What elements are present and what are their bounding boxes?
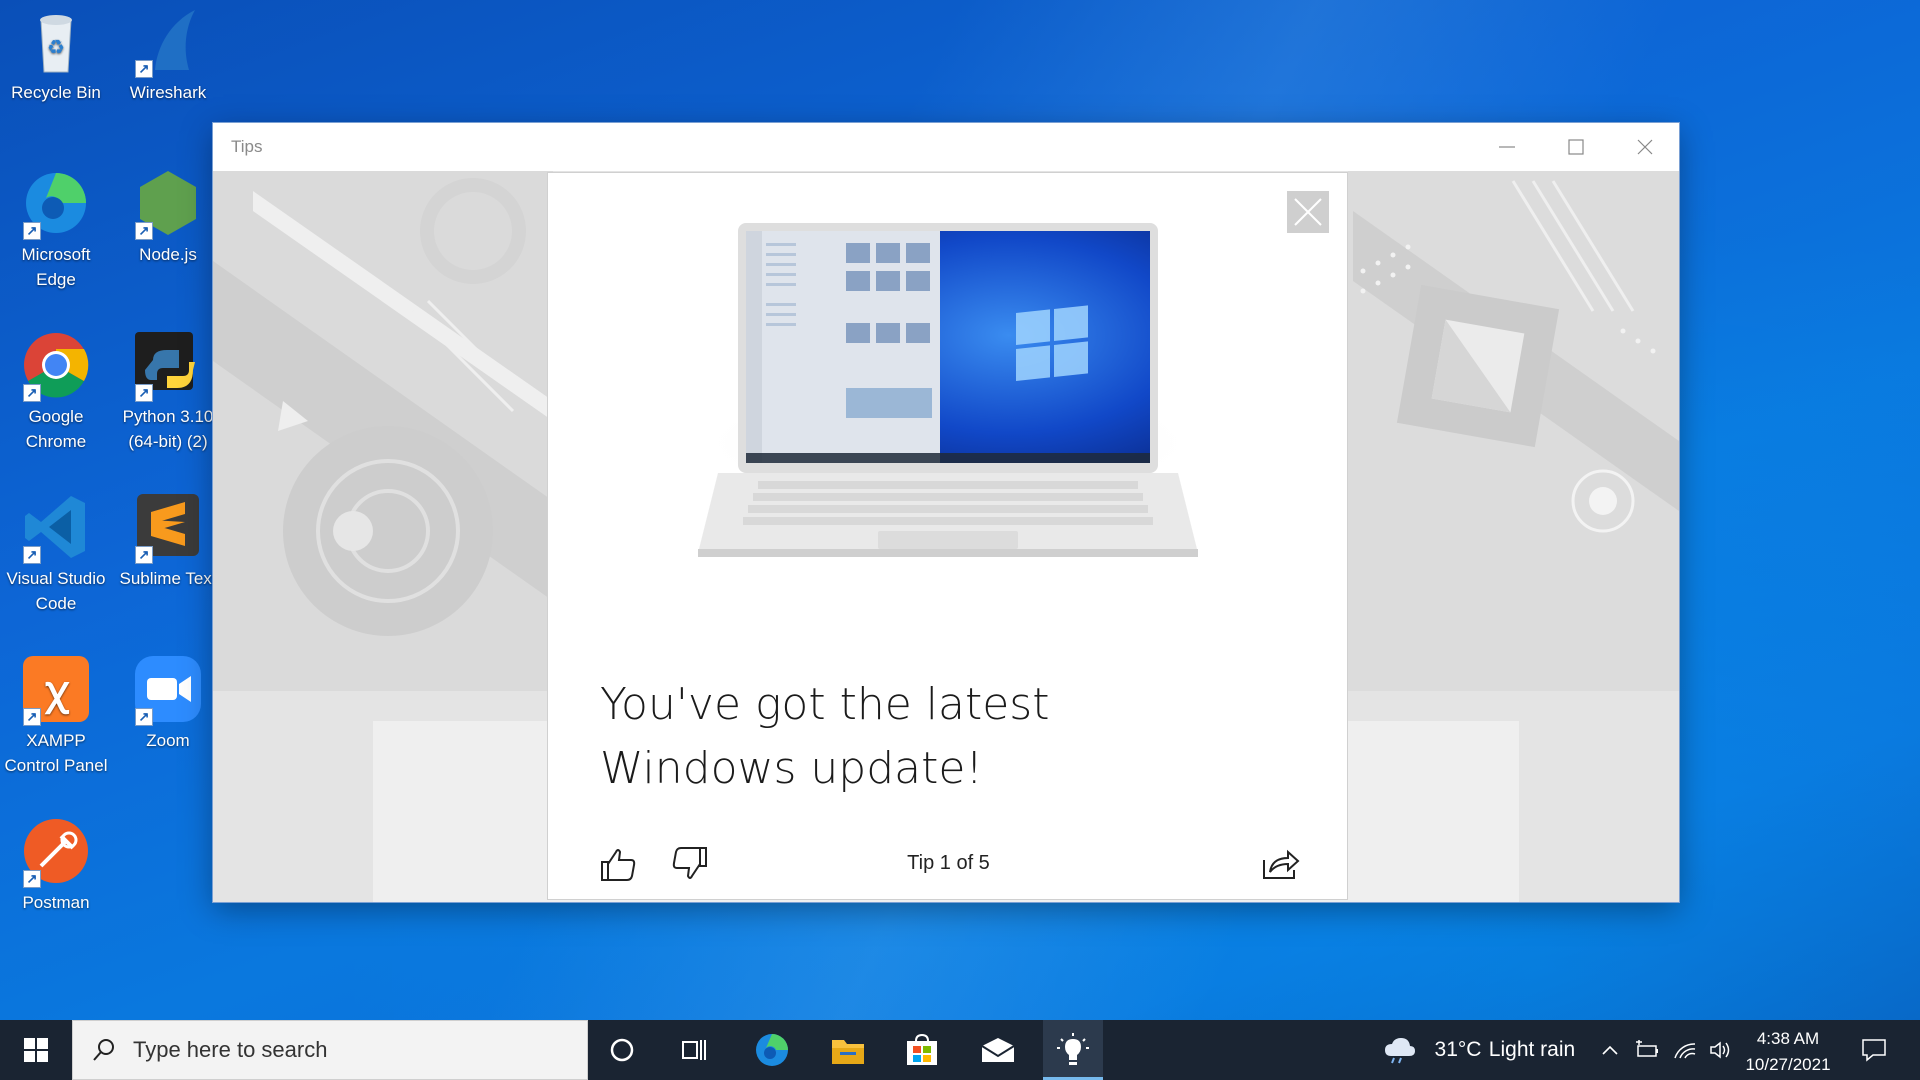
desktop-icon-edge[interactable]: ↗ Microsoft Edge (0, 168, 112, 292)
share-button[interactable] (1255, 839, 1305, 889)
close-icon (1637, 139, 1652, 155)
folder-icon (832, 1040, 864, 1064)
edge-icon (756, 1034, 788, 1066)
python-icon: ↗ (133, 330, 203, 402)
xampp-icon: ꭓ ↗ (21, 654, 91, 726)
taskbar-store[interactable] (892, 1020, 952, 1080)
notification-icon (1862, 1039, 1886, 1062)
lightbulb-icon (1057, 1033, 1089, 1065)
clock-time: 4:38 AM (1756, 1029, 1820, 1048)
wireshark-icon: ↗ (133, 6, 203, 78)
action-center-button[interactable] (1846, 1020, 1902, 1080)
card-close-button[interactable] (1287, 191, 1329, 233)
cortana-icon (610, 1038, 634, 1062)
desktop-icon-wireshark[interactable]: ↗ Wireshark (112, 6, 224, 105)
cloud-rain-icon (1385, 1038, 1415, 1064)
share-icon (1263, 849, 1300, 879)
taskbar-search-box[interactable]: Type here to search (72, 1020, 588, 1080)
show-hidden-icons-button[interactable] (1596, 1020, 1624, 1080)
tip-card: You've got the latest Windows update! Ti… (547, 172, 1348, 900)
start-button[interactable] (0, 1020, 72, 1080)
task-view-button[interactable] (664, 1020, 724, 1080)
desktop-icon-postman[interactable]: ↗ Postman (0, 816, 112, 915)
desktop-icon-vscode[interactable]: ↗ Visual Studio Code (0, 492, 112, 616)
vscode-icon: ↗ (21, 492, 91, 564)
taskbar-tips[interactable] (1043, 1020, 1103, 1080)
edge-icon: ↗ (21, 168, 91, 240)
clock-date: 10/27/2021 (1745, 1055, 1831, 1074)
battery-tray-button[interactable] (1630, 1020, 1664, 1080)
desktop-icon-sublime[interactable]: ↗ Sublime Text (112, 492, 224, 591)
tip-counter: Tip 1 of 5 (907, 852, 990, 874)
cortana-button[interactable] (592, 1020, 652, 1080)
windows-logo-icon (24, 1038, 48, 1062)
taskbar-clock[interactable]: 4:38 AM 10/27/2021 (1728, 1026, 1848, 1078)
desktop-icon-nodejs[interactable]: ↗ Node.js (112, 168, 224, 267)
title-bar[interactable]: Tips (213, 123, 1679, 171)
minimize-button[interactable] (1472, 123, 1541, 171)
desktop-icon-xampp[interactable]: ꭓ ↗ XAMPP Control Panel (0, 654, 112, 778)
battery-charging-icon (1636, 1040, 1658, 1057)
mail-icon (981, 1038, 1015, 1062)
laptop-illustration (698, 223, 1198, 557)
tip-headline: You've got the latest Windows update! (600, 679, 1050, 794)
taskbar: Type here to search 31°C Light rain 4:38… (0, 1020, 1920, 1080)
maximize-icon (1567, 139, 1584, 155)
search-icon (93, 1039, 114, 1061)
chevron-up-icon (1602, 1045, 1618, 1055)
store-icon (907, 1033, 937, 1065)
sublime-icon: ↗ (133, 492, 203, 564)
maximize-button[interactable] (1541, 123, 1610, 171)
desktop-icon-zoom[interactable]: ↗ Zoom (112, 654, 224, 753)
svg-text:♻: ♻ (47, 37, 65, 59)
nodejs-icon: ↗ (133, 168, 203, 240)
zoom-icon: ↗ (133, 654, 203, 726)
weather-temperature[interactable]: 31°C (1428, 1020, 1488, 1080)
recycle-bin-icon: ♻ (21, 6, 91, 76)
tips-window: Tips You've got the latest Windows updat… (213, 123, 1679, 902)
taskbar-edge[interactable] (742, 1020, 802, 1080)
taskbar-mail[interactable] (968, 1020, 1028, 1080)
window-title: Tips (231, 137, 263, 156)
close-icon (1294, 198, 1322, 226)
chrome-icon: ↗ (21, 330, 91, 402)
close-button[interactable] (1610, 123, 1679, 171)
desktop-icon-recycle-bin[interactable]: ♻ Recycle Bin (0, 6, 112, 105)
task-view-icon (682, 1040, 706, 1060)
postman-icon: ↗ (21, 816, 91, 888)
wifi-icon (1674, 1043, 1696, 1059)
desktop-icon-chrome[interactable]: ↗ Google Chrome (0, 330, 112, 454)
svg-text:ꭓ: ꭓ (44, 668, 70, 715)
network-tray-button[interactable] (1668, 1020, 1702, 1080)
minimize-icon (1498, 146, 1515, 148)
taskbar-file-explorer[interactable] (818, 1020, 878, 1080)
weather-widget[interactable] (1380, 1020, 1420, 1080)
desktop-icon-python[interactable]: ↗ Python 3.10 (64-bit) (2) (112, 330, 224, 454)
weather-description[interactable]: Light rain (1486, 1020, 1578, 1080)
search-placeholder: Type here to search (133, 1037, 328, 1062)
